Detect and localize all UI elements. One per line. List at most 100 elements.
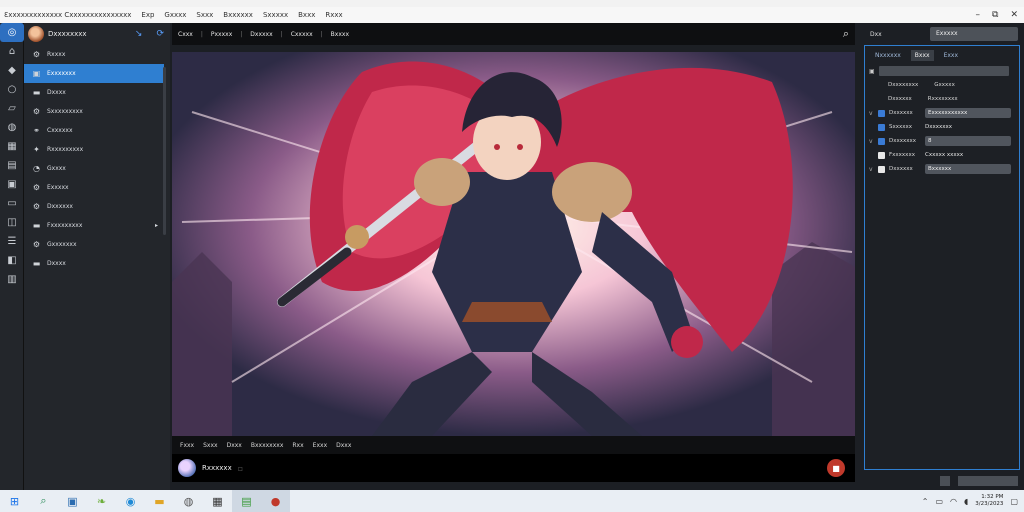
maximize-button[interactable]: ⧉	[992, 10, 998, 20]
sidebar-item-9[interactable]: ▬ Fxxxxxxxxx ▸	[24, 216, 164, 235]
sidebar-item-0[interactable]: ⚙ Rxxxx	[24, 45, 164, 64]
cube-icon[interactable]: ◆	[0, 61, 24, 80]
sidebar-item-4[interactable]: ⚭ Cxxxxxx	[24, 121, 164, 140]
record-icon[interactable]: ○	[0, 80, 24, 99]
close-button[interactable]: ✕	[1010, 10, 1018, 20]
leaf-icon[interactable]: ❧	[87, 490, 116, 512]
checkbox[interactable]	[878, 151, 885, 159]
sidebar-item-2[interactable]: ▬ Dxxxx	[24, 83, 164, 102]
right-panel-selector[interactable]: Exxxxx	[930, 27, 1018, 41]
menu-item-2[interactable]: Sxxx	[196, 7, 213, 23]
menu-item-3[interactable]: Bxxxxxx	[223, 7, 253, 23]
checkbox[interactable]	[878, 123, 885, 131]
chat-icon[interactable]: ◧	[0, 251, 24, 270]
prop-row-4[interactable]: v Dxxxxxxx 8	[865, 134, 1019, 148]
prop-value-field[interactable]: 8	[925, 136, 1011, 146]
toolbar-item-0[interactable]: Cxxx	[178, 31, 193, 38]
prop-row-2[interactable]: v Dxxxxxx Exxxxxxxxxxx	[865, 106, 1019, 120]
edge-icon[interactable]: ◉	[116, 490, 145, 512]
sidebar-item-1[interactable]: ▣ Exxxxxxx	[24, 64, 164, 83]
settings-icon[interactable]: ▥	[0, 270, 24, 289]
menu-item-5[interactable]: Bxxx	[298, 7, 315, 23]
chevron-down-icon[interactable]: v	[869, 138, 874, 145]
book-icon[interactable]: ▤	[0, 156, 24, 175]
tab-2[interactable]: Exxx	[940, 50, 962, 61]
store-icon[interactable]: ▤	[232, 490, 261, 512]
pin-icon[interactable]: ↘	[135, 29, 143, 39]
search-icon[interactable]: ⌕	[29, 490, 58, 512]
sidebar-item-5[interactable]: ✦ Rxxxxxxxxx	[24, 140, 164, 159]
control-item-4[interactable]: Rxx	[292, 442, 303, 449]
stop-icon[interactable]: ■	[827, 459, 845, 477]
image-icon[interactable]: ◫	[0, 213, 24, 232]
chevron-down-icon[interactable]: v	[869, 110, 874, 117]
prop-row-5[interactable]: Fxxxxxxx Cxxxxx xxxxx	[865, 148, 1019, 162]
control-item-5[interactable]: Exxx	[313, 442, 327, 449]
checkbox[interactable]	[878, 109, 885, 117]
prop-row-1[interactable]: Dxxxxxx Rxxxxxxxx	[865, 92, 1019, 106]
image-viewer[interactable]	[172, 52, 855, 436]
search-icon[interactable]: ⌕	[843, 27, 849, 41]
tab-0[interactable]: Nxxxxxx	[871, 50, 905, 61]
menu-item-4[interactable]: Sxxxxx	[263, 7, 288, 23]
circle-icon[interactable]: ◎	[0, 23, 24, 42]
menu-item-6[interactable]: Rxxx	[325, 7, 342, 23]
sidebar-item-6[interactable]: ◔ Gxxxx	[24, 159, 164, 178]
folder-icon[interactable]: ▭	[0, 194, 24, 213]
control-item-3[interactable]: Bxxxxxxxx	[251, 442, 284, 449]
footer-input[interactable]	[958, 476, 1018, 486]
toolbar-item-1[interactable]: Pxxxxx	[211, 31, 232, 38]
wifi-icon[interactable]: ◠	[950, 497, 957, 506]
layers-icon[interactable]: ▱	[0, 99, 24, 118]
sidebar-item-7[interactable]: ⚙ Exxxxx	[24, 178, 164, 197]
volume-icon[interactable]: ◖	[964, 497, 968, 506]
notification-icon[interactable]: ▢	[1010, 497, 1018, 506]
photos-icon[interactable]: ▦	[203, 490, 232, 512]
shield-icon[interactable]: ◍	[0, 118, 24, 137]
avatar[interactable]	[28, 26, 44, 42]
start-icon[interactable]: ⊞	[0, 490, 29, 512]
folder-icon[interactable]: ▬	[145, 490, 174, 512]
control-item-1[interactable]: Sxxx	[203, 442, 217, 449]
app-icon[interactable]: ●	[261, 490, 290, 512]
window-icon[interactable]: ▣	[58, 490, 87, 512]
filter-icon[interactable]: ▣	[869, 68, 875, 75]
sidebar-scrollbar[interactable]	[163, 67, 166, 235]
footer-button[interactable]	[940, 476, 950, 486]
chevron-up-icon[interactable]: ⌃	[922, 497, 929, 506]
prop-row-0[interactable]: Dxxxxxxxx Gxxxxx	[865, 78, 1019, 92]
control-item-6[interactable]: Dxxx	[336, 442, 351, 449]
clock[interactable]: 1:32 PM 3/23/2023	[975, 494, 1003, 508]
checkbox[interactable]	[878, 165, 885, 173]
chevron-down-icon[interactable]: v	[869, 166, 874, 173]
sidebar-item-8[interactable]: ⚙ Dxxxxxx	[24, 197, 164, 216]
player-thumbnail[interactable]	[178, 459, 196, 477]
prop-value-field[interactable]: Bxxxxxx	[925, 164, 1011, 174]
steam-icon[interactable]: ◍	[174, 490, 203, 512]
tab-1[interactable]: Bxxx	[910, 49, 934, 61]
sidebar-item-11[interactable]: ▬ Dxxxx	[24, 254, 164, 273]
sidebar-item-10[interactable]: ⚙ Gxxxxxxx	[24, 235, 164, 254]
checkbox[interactable]	[878, 137, 885, 145]
sliders-icon[interactable]: ☰	[0, 232, 24, 251]
prop-row-3[interactable]: Sxxxxxx Dxxxxxxx	[865, 120, 1019, 134]
expand-icon[interactable]: ▸	[155, 222, 158, 229]
home-icon[interactable]: ⌂	[0, 42, 24, 61]
control-item-0[interactable]: Fxxx	[180, 442, 194, 449]
network-icon[interactable]: ▭	[935, 497, 943, 506]
prop-value-field[interactable]: Exxxxxxxxxxx	[925, 108, 1011, 118]
control-item-2[interactable]: Dxxx	[227, 442, 242, 449]
filter-input[interactable]	[878, 66, 1009, 76]
box-icon[interactable]: ▣	[0, 175, 24, 194]
minimize-button[interactable]: –	[976, 10, 981, 20]
toolbar-item-4[interactable]: Bxxxx	[331, 31, 349, 38]
toolbar-item-3[interactable]: Cxxxxx	[291, 31, 313, 38]
sync-icon[interactable]: ⟳	[156, 29, 164, 39]
menu-item-0[interactable]: Exp	[141, 7, 154, 23]
fullscreen-icon[interactable]: ▫	[238, 464, 243, 473]
toolbar-item-2[interactable]: Dxxxxx	[250, 31, 272, 38]
sidebar-item-3[interactable]: ⚙ Sxxxxxxxxx	[24, 102, 164, 121]
prop-row-6[interactable]: v Dxxxxxx Bxxxxxx	[865, 162, 1019, 176]
menu-item-1[interactable]: Gxxxx	[164, 7, 186, 23]
grid-icon[interactable]: ▦	[0, 137, 24, 156]
